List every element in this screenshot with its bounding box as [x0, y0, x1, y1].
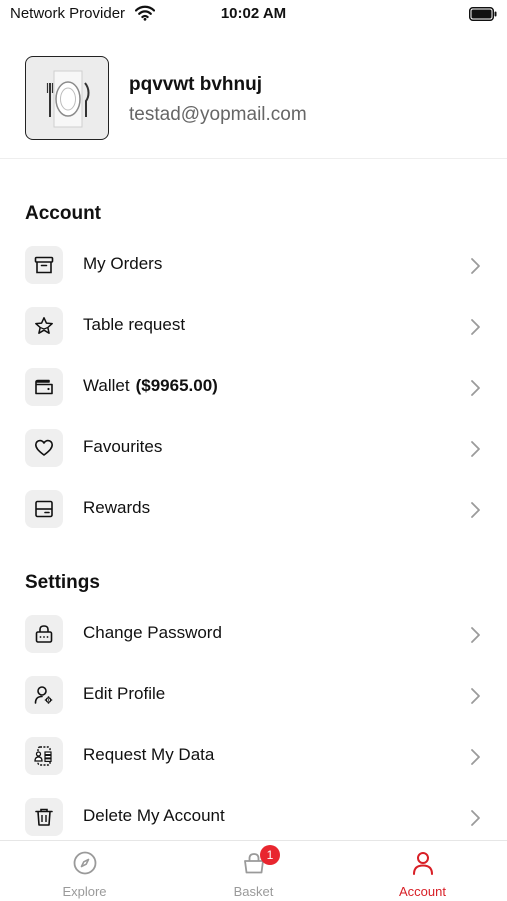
chevron-right-icon — [471, 502, 480, 518]
chevron-right-icon — [471, 319, 480, 335]
menu-item-label: Favourites — [83, 437, 163, 456]
chevron-right-icon — [471, 749, 480, 765]
menu-item-my-orders[interactable]: My Orders — [0, 240, 507, 292]
user-gear-icon — [34, 686, 53, 704]
menu-item-favourites[interactable]: Favourites — [0, 423, 507, 475]
menu-item-label: Delete My Account — [83, 806, 225, 825]
menu-item-edit-profile[interactable]: Edit Profile — [0, 670, 507, 722]
status-bar: Network Provider 10:02 AM — [0, 0, 507, 30]
menu-item-rewards[interactable]: Rewards — [0, 484, 507, 536]
data-request-icon — [34, 746, 52, 766]
heart-icon — [35, 439, 53, 456]
menu-item-label: Rewards — [83, 498, 151, 517]
tab-label: Account — [399, 884, 446, 899]
battery-icon — [469, 7, 497, 21]
tab-basket[interactable]: 1 Basket — [169, 841, 338, 901]
lock-icon — [35, 625, 53, 643]
menu-item-label: Table request — [83, 315, 186, 334]
trash-icon — [35, 808, 53, 826]
status-time: 10:02 AM — [220, 5, 287, 22]
menu-item-delete-my-account[interactable]: Delete My Account — [0, 792, 507, 844]
menu-item-label: Wallet ($9965.00) — [83, 376, 218, 395]
star-icon — [35, 317, 53, 334]
menu-item-label: Request My Data — [83, 745, 215, 764]
chevron-right-icon — [471, 688, 480, 704]
menu-item-change-password[interactable]: Change Password — [0, 609, 507, 661]
section-title-account: Account — [25, 203, 101, 224]
chevron-right-icon — [471, 258, 480, 274]
menu-item-table-request[interactable]: Table request — [0, 301, 507, 353]
archive-box-icon — [34, 256, 54, 274]
user-icon — [413, 852, 433, 875]
menu-item-label: Change Password — [83, 623, 222, 642]
chevron-right-icon — [471, 441, 480, 457]
wallet-icon — [35, 379, 53, 395]
chevron-right-icon — [471, 627, 480, 643]
menu-item-label: Edit Profile — [83, 684, 166, 703]
profile-name: pqvvwt bvhnuj — [129, 74, 262, 95]
profile-header[interactable]: pqvvwt bvhnuj testad@yopmail.com — [0, 30, 507, 159]
compass-icon — [73, 851, 97, 875]
section-title-settings: Settings — [25, 572, 100, 593]
chevron-right-icon — [471, 810, 480, 826]
tab-explore[interactable]: Explore — [0, 841, 169, 901]
menu-item-wallet[interactable]: Wallet ($9965.00) — [0, 362, 507, 414]
basket-count-badge: 1 — [260, 845, 280, 865]
bottom-tab-bar: Explore 1 Basket Account — [0, 840, 507, 901]
menu-item-request-my-data[interactable]: Request My Data — [0, 731, 507, 783]
avatar[interactable] — [25, 56, 109, 140]
plate-cutlery-icon — [46, 70, 90, 128]
menu-item-label: My Orders — [83, 254, 163, 273]
card-icon — [35, 500, 53, 518]
tab-label: Basket — [233, 884, 274, 899]
chevron-right-icon — [471, 380, 480, 396]
tab-account[interactable]: Account — [338, 841, 507, 901]
tab-label: Explore — [62, 884, 107, 899]
profile-email: testad@yopmail.com — [129, 104, 307, 125]
wallet-balance: ($9965.00) — [135, 376, 218, 395]
